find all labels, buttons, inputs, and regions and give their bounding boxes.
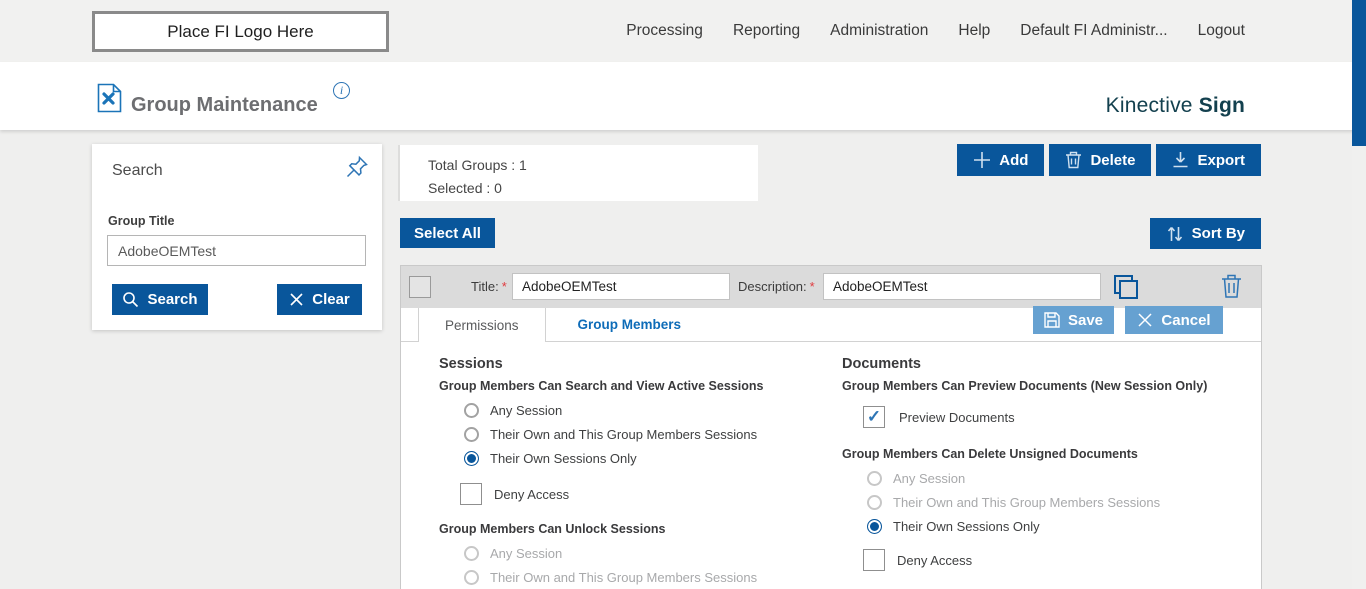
sessions-section-heading: Sessions: [439, 356, 841, 373]
group-card: Title:* Description:* Permissions Group …: [400, 265, 1262, 589]
sort-icon: [1166, 225, 1184, 243]
delete-button[interactable]: Delete: [1049, 144, 1151, 176]
unlock-sessions-heading: Group Members Can Unlock Sessions: [439, 522, 841, 537]
row-select-checkbox[interactable]: [409, 276, 431, 298]
nav-processing[interactable]: Processing: [626, 22, 703, 40]
deny-access-checkbox-row[interactable]: Deny Access: [863, 549, 1244, 571]
title-label: Title:*: [471, 279, 507, 294]
tab-permissions[interactable]: Permissions: [418, 307, 546, 342]
fi-logo-text: Place FI Logo Here: [167, 22, 313, 42]
radio-icon: [464, 570, 479, 585]
radio-selected-icon: [867, 519, 882, 534]
radio-selected-icon: [464, 451, 479, 466]
radio-icon: [464, 427, 479, 442]
info-icon[interactable]: i: [333, 82, 350, 99]
trash-icon: [1065, 151, 1082, 169]
documents-section-heading: Documents: [842, 356, 1244, 373]
export-button[interactable]: Export: [1156, 144, 1261, 176]
sessions-column: Sessions Group Members Can Search and Vi…: [439, 356, 841, 589]
row-trash-icon[interactable]: [1221, 274, 1242, 304]
close-icon: [289, 292, 304, 307]
checkbox-icon: [460, 483, 482, 505]
vertical-scrollbar[interactable]: [1352, 0, 1366, 589]
topbar: Place FI Logo Here Processing Reporting …: [0, 0, 1366, 62]
checkbox-checked-icon: ✓: [863, 406, 885, 428]
top-navigation: Processing Reporting Administration Help…: [626, 0, 1245, 62]
group-title-input[interactable]: [107, 235, 366, 266]
radio-own-sessions-only[interactable]: Their Own Sessions Only: [464, 451, 841, 466]
pushpin-icon[interactable]: [344, 154, 370, 180]
group-title-label: Group Title: [108, 214, 174, 228]
search-panel-title: Search: [112, 162, 163, 180]
save-button[interactable]: Save: [1033, 306, 1114, 334]
radio-own-and-group-sessions[interactable]: Their Own and This Group Members Session…: [464, 427, 841, 442]
selected-count: Selected : 0: [428, 177, 758, 200]
nav-administration[interactable]: Administration: [830, 22, 928, 40]
fi-logo-placeholder: Place FI Logo Here: [92, 11, 389, 52]
nav-user-menu[interactable]: Default FI Administr...: [1020, 22, 1167, 40]
select-all-button[interactable]: Select All: [400, 218, 495, 248]
cancel-button[interactable]: Cancel: [1125, 306, 1223, 334]
plus-icon: [973, 151, 991, 169]
required-asterisk: *: [502, 279, 507, 294]
group-actions-toolbar: Add Delete Export: [957, 144, 1261, 176]
preview-documents-checkbox-row[interactable]: ✓ Preview Documents: [863, 406, 1244, 428]
download-icon: [1172, 151, 1189, 169]
summary-box: Total Groups : 1 Selected : 0: [400, 145, 758, 201]
search-icon: [122, 291, 139, 308]
description-input[interactable]: [823, 273, 1101, 300]
screen: Place FI Logo Here Processing Reporting …: [0, 0, 1366, 589]
sort-by-button[interactable]: Sort By: [1150, 218, 1261, 249]
copy-icon[interactable]: [1113, 274, 1139, 305]
radio-any-session-disabled: Any Session: [464, 546, 841, 561]
title-input[interactable]: [512, 273, 730, 300]
nav-reporting[interactable]: Reporting: [733, 22, 800, 40]
radio-own-and-group-sessions-disabled: Their Own and This Group Members Session…: [464, 570, 841, 585]
description-label: Description:*: [738, 279, 815, 294]
nav-logout[interactable]: Logout: [1198, 22, 1245, 40]
search-view-sessions-heading: Group Members Can Search and View Active…: [439, 379, 841, 394]
brand-regular: Kinective: [1106, 94, 1199, 117]
delete-unsigned-heading: Group Members Can Delete Unsigned Docume…: [842, 447, 1244, 462]
save-icon: [1044, 312, 1060, 328]
page-header: Group Maintenance i Kinective Sign: [0, 62, 1366, 130]
brand-logo: Kinective Sign: [1106, 94, 1245, 118]
radio-any-session-disabled: Any Session: [867, 471, 1244, 486]
required-asterisk: *: [810, 279, 815, 294]
tab-group-members[interactable]: Group Members: [546, 307, 714, 341]
radio-own-and-group-sessions-disabled: Their Own and This Group Members Session…: [867, 495, 1244, 510]
nav-help[interactable]: Help: [958, 22, 990, 40]
close-icon: [1137, 312, 1153, 328]
page-title: Group Maintenance: [131, 94, 318, 117]
radio-icon: [867, 495, 882, 510]
group-maintenance-icon: [97, 83, 122, 118]
radio-icon: [464, 546, 479, 561]
scrollbar-thumb[interactable]: [1352, 0, 1366, 146]
clear-button[interactable]: Clear: [277, 284, 362, 315]
add-button[interactable]: Add: [957, 144, 1044, 176]
search-panel: Search Group Title Search Clear: [92, 144, 382, 330]
radio-icon: [867, 471, 882, 486]
preview-documents-heading: Group Members Can Preview Documents (New…: [842, 379, 1244, 394]
total-groups-count: Total Groups : 1: [428, 154, 758, 177]
brand-bold: Sign: [1199, 94, 1245, 117]
group-row-header: Title:* Description:*: [401, 266, 1261, 308]
radio-own-sessions-only[interactable]: Their Own Sessions Only: [867, 519, 1244, 534]
checkbox-icon: [863, 549, 885, 571]
deny-access-checkbox-row[interactable]: Deny Access: [460, 483, 841, 505]
search-button[interactable]: Search: [112, 284, 208, 315]
radio-icon: [464, 403, 479, 418]
documents-column: Documents Group Members Can Preview Docu…: [842, 356, 1244, 589]
radio-any-session[interactable]: Any Session: [464, 403, 841, 418]
